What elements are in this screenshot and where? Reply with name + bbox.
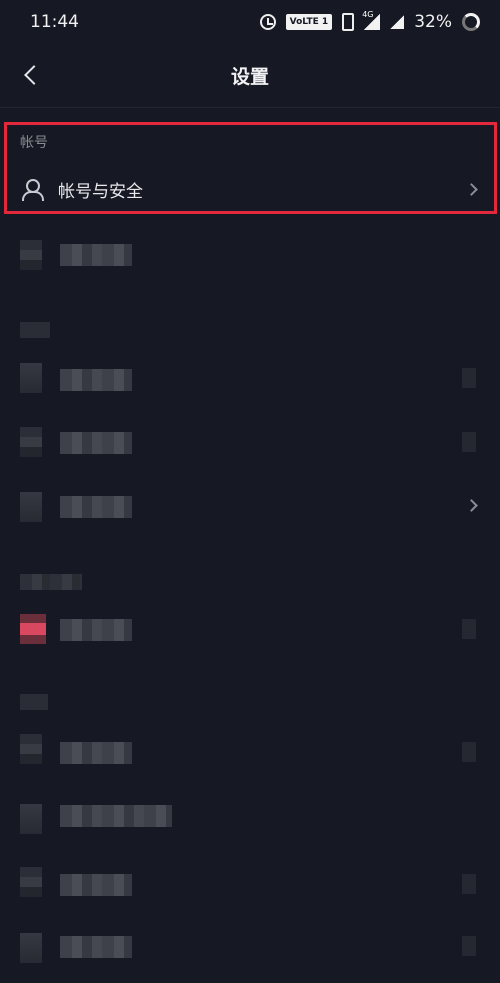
redacted-icon [20,427,42,457]
redacted-right [462,368,476,388]
redacted-section-label [20,322,50,338]
status-icons: VoLTE 1 4G 32% [259,10,480,32]
redacted-section-label [20,574,82,590]
signal-icon [390,15,405,29]
back-button[interactable] [18,62,46,90]
account-security-row[interactable]: 帐号与安全 [0,160,500,218]
redacted-row[interactable] [60,432,132,454]
redacted-icon [20,240,42,270]
redacted-icon [20,734,42,764]
redacted-icon [20,804,42,834]
status-bar: 11:44 VoLTE 1 4G 32% [0,0,500,44]
redacted-right [462,619,476,639]
chevron-right-icon [465,182,478,196]
header: 设置 [0,44,500,108]
chevron-right-icon [465,499,478,512]
page-title: 设置 [230,66,269,88]
vibrate-icon [342,13,355,31]
signal-4g-icon: 4G [362,10,381,30]
battery-icon [462,13,480,31]
redacted-right [462,432,476,452]
redacted-section-label [20,694,48,710]
redacted-row[interactable] [60,496,132,518]
battery-percentage: 32% [414,12,452,32]
redacted-icon [20,933,42,963]
redacted-row[interactable] [60,742,132,764]
account-security-label: 帐号与安全 [58,181,143,202]
redacted-icon [20,363,42,393]
network-label: 4G [362,10,374,19]
redacted-right [462,936,476,956]
alarm-icon [259,14,276,30]
redacted-row[interactable] [60,936,132,958]
section-label-account: 帐号 [20,135,48,151]
person-icon [20,178,44,201]
volte-badge: VoLTE 1 [285,14,333,30]
redacted-row[interactable] [60,619,132,641]
redacted-row[interactable] [60,874,132,896]
redacted-icon [20,867,42,897]
redacted-row[interactable] [60,369,132,391]
redacted-right [462,874,476,894]
redacted-row[interactable] [60,244,132,266]
redacted-right [462,742,476,762]
redacted-red-icon [20,614,46,644]
status-time: 11:44 [30,12,79,32]
redacted-icon [20,492,42,522]
redacted-row[interactable] [60,805,172,827]
